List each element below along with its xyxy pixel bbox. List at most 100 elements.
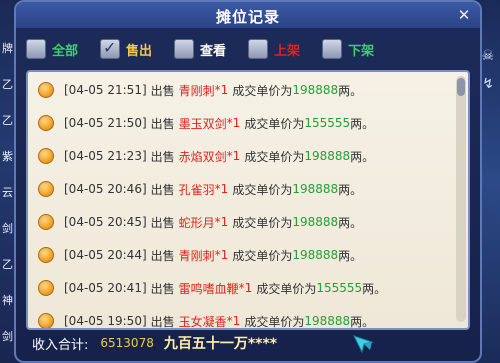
record-price-label: 成交单价为	[232, 215, 293, 230]
record-list[interactable]: [04-05 21:51] 出售 青刚刺 *1 成交单价为 198888 两。 [04-05 …	[26, 70, 470, 330]
record-time: [04-05 20:46]	[64, 182, 147, 196]
filter-bar: 全部 售出 查看 上架 下架	[26, 36, 396, 62]
filter-checkbox[interactable]	[100, 38, 121, 59]
record-unit: 两。	[338, 215, 363, 230]
record-item: 雷鸣嗜血鞭	[178, 281, 239, 296]
filter-checkbox[interactable]	[248, 39, 269, 59]
filter-option[interactable]: 售出	[100, 38, 153, 59]
record-price-label: 成交单价为	[244, 116, 305, 131]
record-item: 墨玉双剑	[178, 116, 227, 131]
record-price-label: 成交单价为	[244, 314, 305, 329]
record-unit: 两。	[338, 182, 363, 197]
close-icon[interactable]: ✕	[456, 7, 472, 23]
background-icon: ☠	[481, 48, 494, 64]
record-price-label: 成交单价为	[232, 248, 293, 263]
record-action: 出售	[150, 116, 175, 131]
filter-label: 下架	[348, 43, 375, 59]
record-unit: 两。	[350, 149, 375, 164]
filter-checkbox[interactable]	[26, 39, 46, 59]
record-item: 青刚刺	[178, 83, 215, 98]
record-quantity: *1	[238, 281, 253, 295]
record-time: [04-05 19:50]	[64, 314, 147, 328]
filter-option[interactable]: 查看	[174, 39, 226, 59]
bullet-icon	[38, 280, 54, 296]
record-price-label: 成交单价为	[244, 149, 305, 164]
background-mark: 云	[2, 186, 13, 199]
record-action: 出售	[150, 215, 175, 230]
background-icon: ↯	[482, 76, 494, 92]
filter-checkbox[interactable]	[322, 39, 343, 59]
filter-option[interactable]: 全部	[26, 39, 78, 59]
record-unit: 两。	[350, 116, 375, 131]
resize-handle-icon[interactable]	[350, 332, 376, 354]
record-quantity: *1	[226, 314, 241, 328]
record-price: 198888	[292, 248, 339, 262]
record-quantity: *1	[214, 215, 229, 229]
record-quantity: *1	[226, 116, 241, 130]
record-quantity: *1	[214, 182, 229, 196]
record-price: 198888	[304, 314, 351, 328]
filter-option[interactable]: 下架	[322, 39, 374, 59]
background-mark: 乙	[2, 114, 13, 127]
record-time: [04-05 20:45]	[64, 215, 147, 229]
background-mark: 乙	[2, 78, 13, 91]
income-label: 收入合计:	[32, 337, 89, 353]
filter-label: 查看	[200, 43, 227, 59]
filter-label: 售出	[126, 43, 153, 59]
record-item: 孔雀羽	[178, 182, 215, 197]
record-time: [04-05 21:51]	[64, 83, 147, 97]
record-row: [04-05 20:41] 出售 雷鸣嗜血鞭 *1 成交单价为 155555 两。	[28, 272, 386, 304]
record-action: 出售	[150, 314, 175, 329]
record-unit: 两。	[338, 248, 363, 263]
record-unit: 两。	[362, 281, 387, 296]
record-unit: 两。	[350, 314, 375, 329]
background-mark: 神	[2, 294, 13, 307]
record-item: 青刚刺	[178, 248, 215, 263]
record-quantity: *1	[214, 248, 229, 262]
record-price: 155555	[304, 116, 351, 130]
record-action: 出售	[150, 248, 175, 263]
filter-label: 上架	[274, 43, 301, 59]
background-mark: 牌	[2, 42, 13, 55]
record-price: 198888	[304, 149, 351, 163]
record-price-label: 成交单价为	[256, 281, 317, 296]
bullet-icon	[38, 115, 54, 131]
record-row: [04-05 20:46] 出售 孔雀羽 *1 成交单价为 198888 两。	[28, 173, 362, 205]
bullet-icon	[38, 214, 54, 230]
scrollbar-thumb[interactable]	[457, 78, 465, 96]
record-action: 出售	[150, 281, 175, 296]
record-row: [04-05 20:45] 出售 蛇形月 *1 成交单价为 198888 两。	[28, 206, 362, 238]
filter-label: 全部	[52, 43, 79, 59]
title-bar: 摊位记录 ✕	[16, 2, 480, 28]
record-time: [04-05 20:41]	[64, 281, 147, 295]
record-unit: 两。	[338, 83, 363, 98]
background-mark: 剑	[2, 330, 13, 343]
record-time: [04-05 21:23]	[64, 149, 147, 163]
background-mark: 剑	[2, 222, 13, 235]
bullet-icon	[38, 148, 54, 164]
record-time: [04-05 21:50]	[64, 116, 147, 130]
record-row: [04-05 20:44] 出售 青刚刺 *1 成交单价为 198888 两。	[28, 239, 362, 271]
record-time: [04-05 20:44]	[64, 248, 147, 262]
bullet-icon	[38, 247, 54, 263]
income-value: 6513078	[100, 336, 154, 350]
filter-option[interactable]: 上架	[248, 39, 300, 59]
income-summary: 收入合计: 6513078 九百五十一万****	[32, 332, 277, 354]
income-words: 九百五十一万****	[163, 336, 278, 352]
bullet-icon	[38, 82, 54, 98]
record-action: 出售	[150, 182, 175, 197]
filter-checkbox[interactable]	[174, 39, 195, 59]
record-quantity: *1	[214, 83, 229, 97]
background-mark: 紫	[2, 150, 13, 163]
record-price-label: 成交单价为	[232, 83, 293, 98]
record-price-label: 成交单价为	[232, 182, 293, 197]
scrollbar[interactable]	[456, 76, 466, 322]
record-price: 198888	[292, 215, 339, 229]
record-row: [04-05 21:23] 出售 赤焰双剑 *1 成交单价为 198888 两。	[28, 140, 374, 172]
record-item: 玉女凝香	[178, 314, 227, 329]
record-price: 198888	[292, 83, 339, 97]
record-price: 198888	[292, 182, 339, 196]
window-title: 摊位记录	[215, 8, 280, 26]
stall-record-window: 摊位记录 ✕ 全部售出查看上架下架 [04-05 21:51]出售青刚刺*1成交…	[14, 0, 482, 363]
record-item: 蛇形月	[178, 215, 215, 230]
